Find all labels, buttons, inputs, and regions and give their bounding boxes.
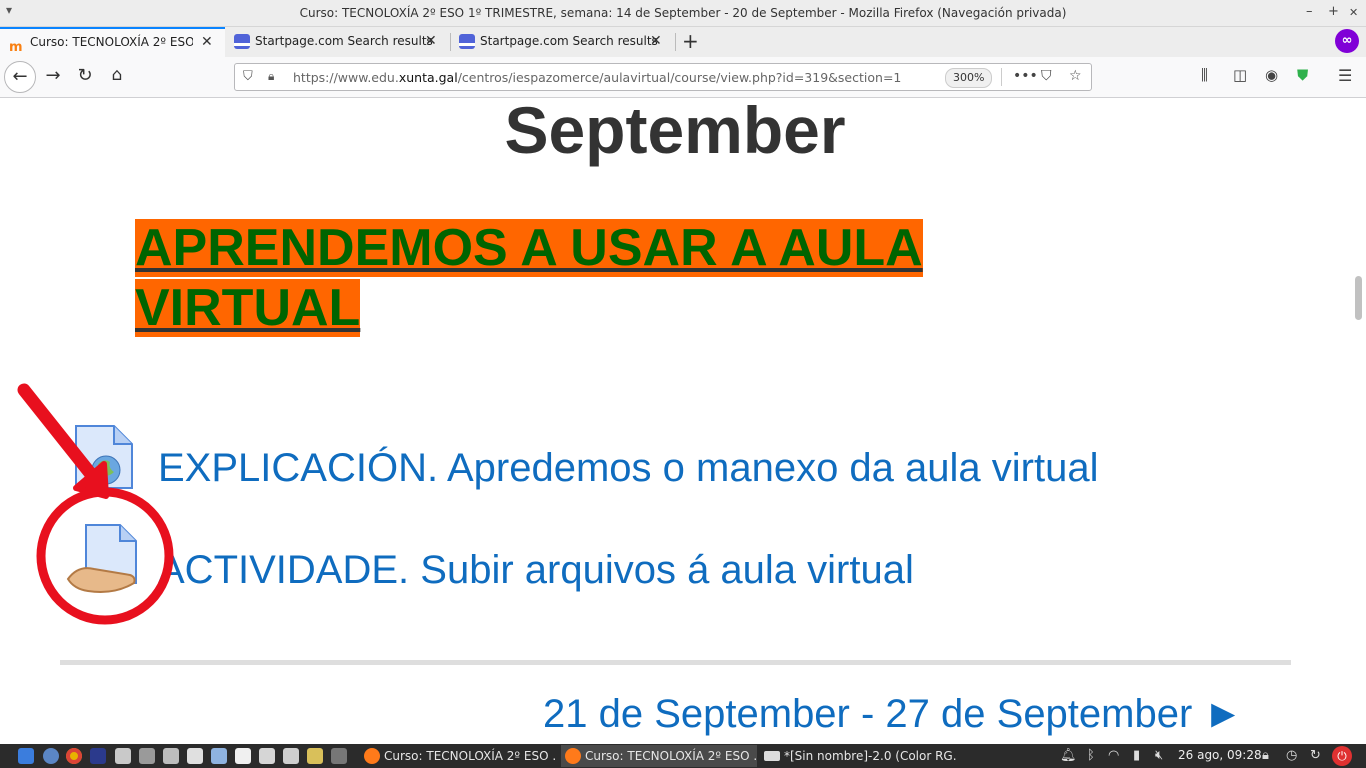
notification-bell-icon[interactable]: 🔔︎ <box>1060 748 1077 763</box>
close-window-button[interactable]: ✕ <box>1349 6 1358 19</box>
taskbar-task-firefox-1[interactable]: Curso: TECNOLOXÍA 2º ESO ... <box>360 745 556 767</box>
tab-close-icon[interactable]: ✕ <box>425 27 437 55</box>
task-label: *[Sin nombre]-2.0 (Color RG... <box>784 749 956 763</box>
zoom-indicator[interactable]: 300% <box>945 68 993 88</box>
activity-link-explicacion[interactable]: EXPLICACIÓN. Apredemos o manexo da aula … <box>158 446 1098 491</box>
tab-label: Startpage.com Search results <box>255 34 433 48</box>
mail-icon[interactable] <box>283 748 299 764</box>
url-bar[interactable]: ⛉ 🔒︎ https://www.edu.xunta.gal/centros/i… <box>234 63 1092 91</box>
section-divider <box>60 660 1291 665</box>
private-browsing-icon: ∞ <box>1335 29 1359 53</box>
url-text[interactable]: https://www.edu.xunta.gal/centros/iespaz… <box>293 70 901 85</box>
annotation-arrow-circle <box>17 383 174 625</box>
section-banner: APRENDEMOS A USAR A AULA VIRTUAL <box>135 218 975 338</box>
account-icon[interactable]: ◉ <box>1265 66 1278 84</box>
page-scrollbar[interactable] <box>1350 98 1366 744</box>
chrome-icon[interactable] <box>66 748 82 764</box>
startpage-icon <box>459 34 475 49</box>
activity-link-actividade[interactable]: ACTIVIDADE. Subir arquivos á aula virtua… <box>158 548 914 593</box>
browser-launcher-icon[interactable] <box>43 748 59 764</box>
power-icon[interactable]: ⏻ <box>1332 746 1352 766</box>
navigation-toolbar: ← → ↻ ⌂ ⛉ 🔒︎ https://www.edu.xunta.gal/c… <box>0 57 1366 98</box>
library-icon[interactable]: ⫼ <box>1201 66 1208 84</box>
bluetooth-icon[interactable]: ᛒ <box>1087 748 1095 763</box>
back-button[interactable]: ← <box>4 61 36 93</box>
startpage-icon <box>234 34 250 49</box>
bookmark-star-icon[interactable]: ☆ <box>1069 68 1082 84</box>
hamburger-menu-icon[interactable]: ☰ <box>1338 66 1352 85</box>
tab-close-icon[interactable]: ✕ <box>201 29 213 55</box>
sidebar-icon[interactable]: ◫ <box>1233 66 1247 84</box>
taskbar-task-firefox-2[interactable]: Curso: TECNOLOXÍA 2º ESO ... <box>561 745 757 767</box>
new-tab-button[interactable]: + <box>682 29 699 53</box>
home-button[interactable]: ⌂ <box>105 65 129 85</box>
taskbar-clock[interactable]: 26 ago, 09:28 <box>1178 748 1262 762</box>
url-path: /centros/iespazomerce/aulavirtual/course… <box>457 70 902 85</box>
tracking-shield-icon[interactable]: ⛉ <box>243 69 253 84</box>
window-titlebar: ▾ Curso: TECNOLOXÍA 2º ESO 1º TRIMESTRE,… <box>0 0 1366 27</box>
file-manager-icon[interactable] <box>115 748 131 764</box>
tab-startpage-2[interactable]: Startpage.com Search results ✕ <box>450 27 675 57</box>
firefox-icon <box>565 748 581 764</box>
scrollbar-thumb[interactable] <box>1355 276 1362 320</box>
x-app-icon[interactable] <box>90 748 106 764</box>
tab-separator <box>675 33 676 51</box>
refresh-icon[interactable]: ↻ <box>1310 748 1321 763</box>
notes-icon[interactable] <box>235 748 251 764</box>
text-editor-icon[interactable] <box>187 748 203 764</box>
url-prefix: https://www.edu. <box>293 70 399 85</box>
gimp-icon[interactable] <box>307 748 323 764</box>
task-label: Curso: TECNOLOXÍA 2º ESO ... <box>585 749 757 763</box>
taskbar-task-gimp[interactable]: *[Sin nombre]-2.0 (Color RG... <box>760 745 956 767</box>
window-title: Curso: TECNOLOXÍA 2º ESO 1º TRIMESTRE, s… <box>299 6 1067 20</box>
page-actions-icon[interactable]: ••• <box>1013 68 1038 84</box>
reload-button[interactable]: ↻ <box>73 65 97 86</box>
extension-shield-icon[interactable]: ⛊ <box>1297 66 1308 84</box>
page-content: September APRENDEMOS A USAR A AULA VIRTU… <box>0 98 1350 744</box>
start-menu-icon[interactable] <box>18 748 34 764</box>
wifi-icon[interactable]: ◠ <box>1108 748 1119 763</box>
moodle-icon: m <box>9 40 23 55</box>
clock-app-icon[interactable]: ◷ <box>1286 748 1297 763</box>
lock-icon[interactable]: 🔒︎ <box>268 69 274 84</box>
task-label: Curso: TECNOLOXÍA 2º ESO ... <box>384 749 556 763</box>
tab-startpage-1[interactable]: Startpage.com Search results ✕ <box>225 27 450 57</box>
url-domain: xunta.gal <box>398 70 458 85</box>
banner-text: APRENDEMOS A USAR A AULA VIRTUAL <box>135 219 923 337</box>
image-window-icon <box>764 751 780 761</box>
system-taskbar: Curso: TECNOLOXÍA 2º ESO ... Curso: TECN… <box>0 744 1366 768</box>
tab-label: Curso: TECNOLOXÍA 2º ESO 1º <box>30 35 193 49</box>
pocket-icon[interactable]: ⛉ <box>1041 68 1052 84</box>
maximize-button[interactable]: + <box>1328 4 1339 19</box>
section-title: September <box>504 98 846 167</box>
tab-moodle-course[interactable]: m Curso: TECNOLOXÍA 2º ESO 1º ✕ <box>0 27 225 57</box>
tab-label: Startpage.com Search results <box>480 34 658 48</box>
firefox-icon <box>364 748 380 764</box>
terminal-icon[interactable] <box>139 748 155 764</box>
document-icon[interactable] <box>211 748 227 764</box>
volume-muted-icon[interactable]: 🔇︎ <box>1155 748 1163 763</box>
lock-screen-icon[interactable]: 🔒︎ <box>1262 748 1269 763</box>
calculator-icon[interactable] <box>163 748 179 764</box>
battery-icon[interactable]: ▮ <box>1133 748 1140 763</box>
misc-app-icon[interactable] <box>331 748 347 764</box>
minimize-button[interactable]: – <box>1306 4 1313 19</box>
tab-close-icon[interactable]: ✕ <box>650 27 662 55</box>
url-separator <box>1001 68 1002 86</box>
edit-icon[interactable] <box>259 748 275 764</box>
forward-button[interactable]: → <box>41 65 65 86</box>
next-section-link[interactable]: 21 de September - 27 de September ► <box>543 692 1243 737</box>
